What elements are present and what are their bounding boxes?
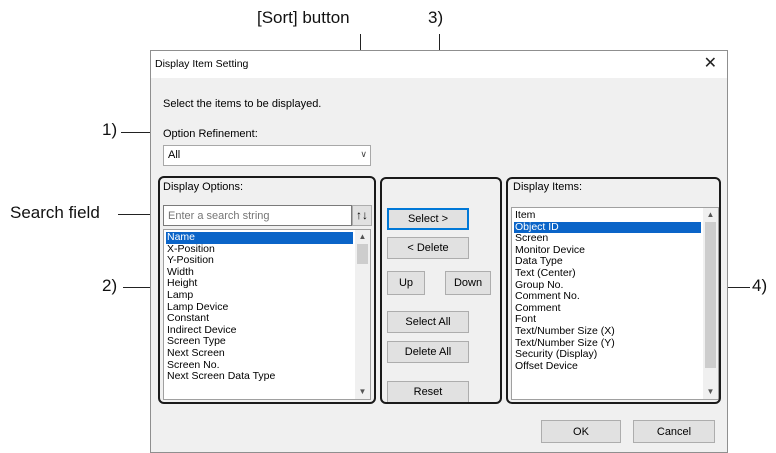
callout-search-field: Search field [10,203,100,222]
callout-sort-button: [Sort] button [257,8,350,27]
ok-button[interactable]: OK [541,420,621,443]
cancel-button[interactable]: Cancel [633,420,715,443]
callout-1: 1) [102,120,118,139]
callout-3: 3) [428,8,444,27]
callout-2: 2) [102,276,118,295]
highlight-display-options [158,176,376,404]
chevron-down-icon: ∨ [360,149,367,159]
highlight-middle-buttons [380,177,502,404]
option-refinement-value: All [168,149,181,161]
option-refinement-select[interactable]: All ∨ [163,145,371,166]
highlight-display-items [506,177,721,404]
close-icon[interactable]: ✕ [704,54,717,74]
callout-4: 4) [752,276,768,295]
option-refinement-label: Option Refinement: [163,128,258,140]
dialog-title: Display Item Setting [155,58,249,70]
title-bar: Display Item Setting ✕ [151,51,727,78]
instruction-text: Select the items to be displayed. [163,98,322,110]
